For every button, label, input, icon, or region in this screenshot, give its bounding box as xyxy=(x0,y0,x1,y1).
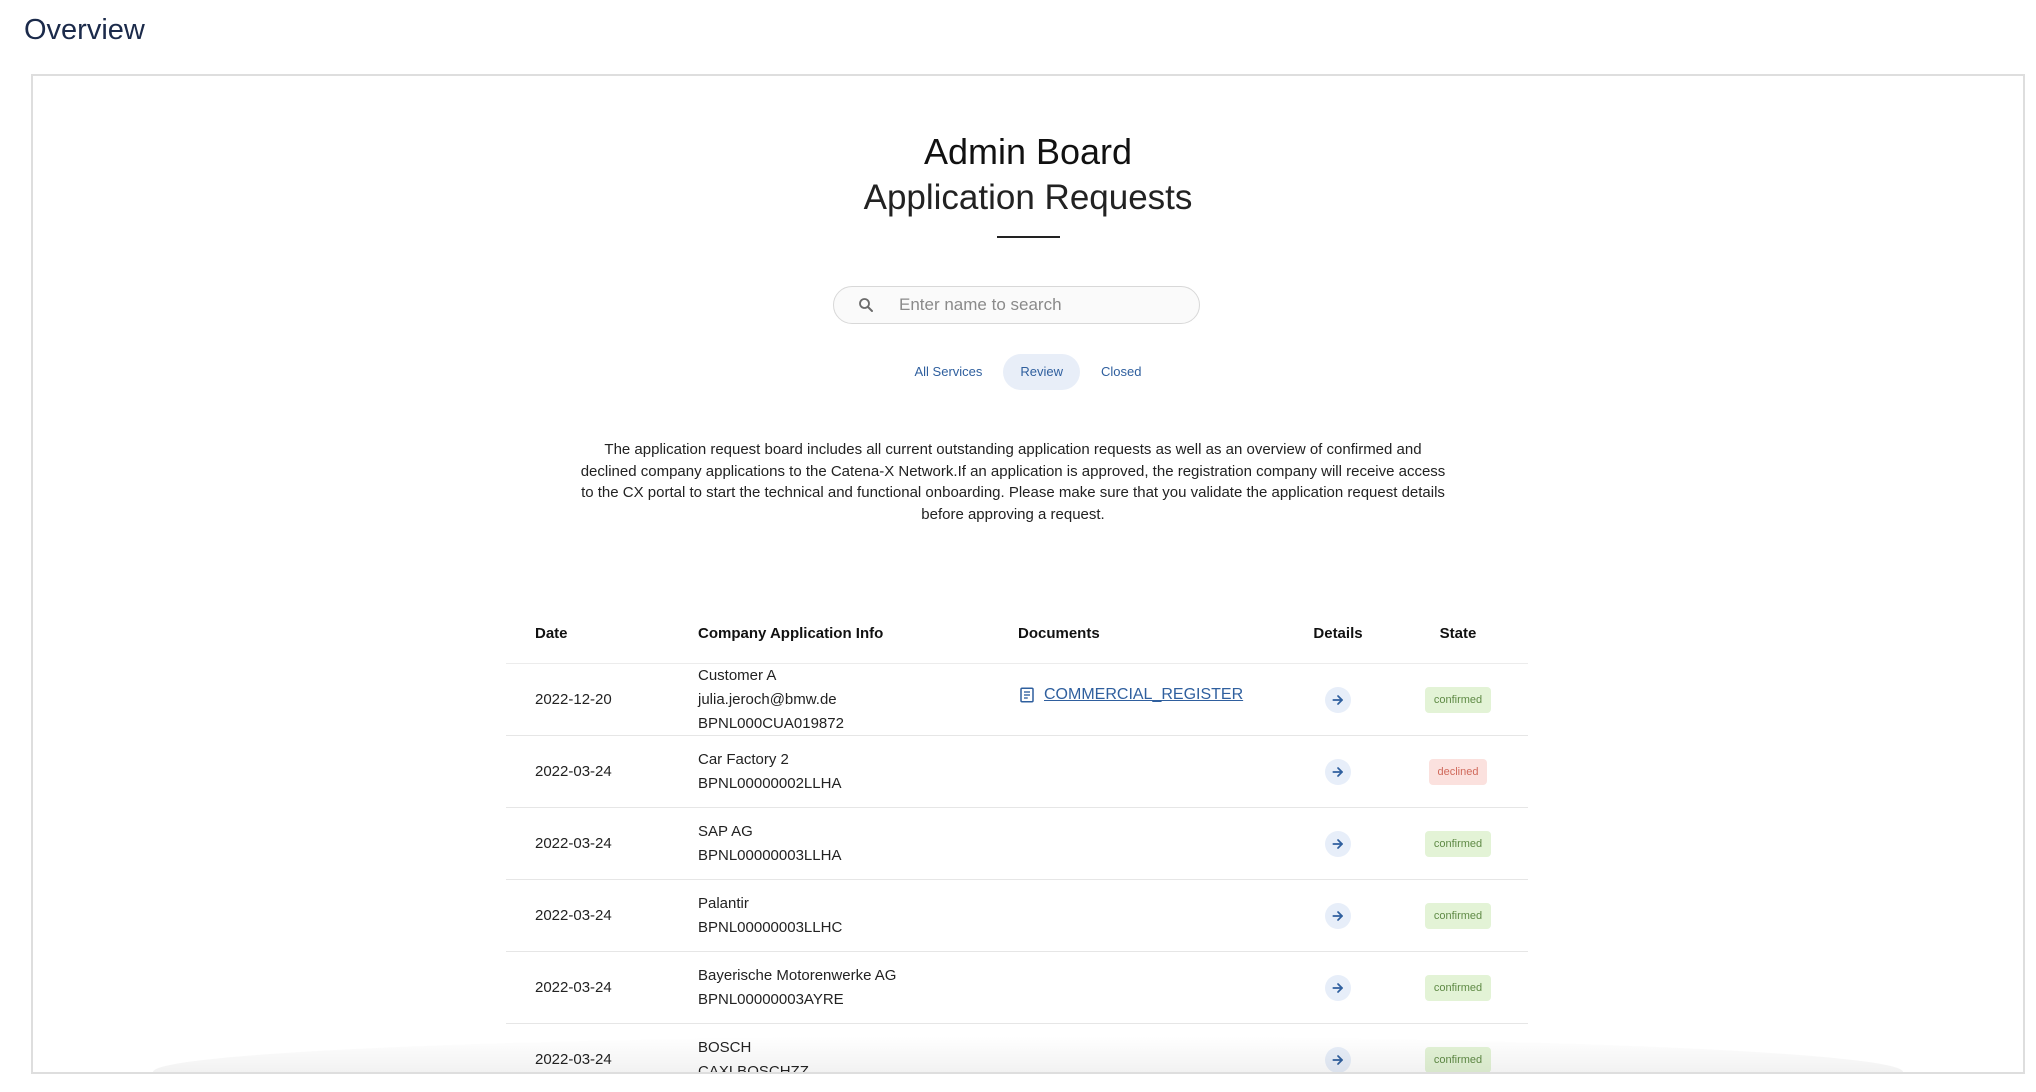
table-header: Date Company Application Info Documents … xyxy=(506,604,1528,664)
details-button[interactable] xyxy=(1325,758,1351,785)
arrow-right-icon xyxy=(1332,910,1343,921)
state-cell: confirmed xyxy=(1388,974,1528,1001)
status-badge: confirmed xyxy=(1424,830,1492,857)
status-badge: confirmed xyxy=(1424,686,1492,713)
tab-all-services[interactable]: All Services xyxy=(897,354,999,390)
company-info: Customer A julia.jeroch@bmw.de BPNL000CU… xyxy=(698,664,1018,736)
table-row: 2022-03-24 Palantir BPNL00000003LLHC con… xyxy=(506,880,1528,952)
filter-tabs: All Services Review Closed xyxy=(33,354,2023,390)
arrow-right-icon xyxy=(1332,1054,1343,1065)
company-info: Bayerische Motorenwerke AG BPNL00000003A… xyxy=(698,964,1018,1012)
details-cell xyxy=(1288,902,1388,929)
column-header-details: Details xyxy=(1313,625,1363,642)
arrow-right-icon xyxy=(1332,694,1343,705)
document-link-label[interactable]: COMMERCIAL_REGISTER xyxy=(1044,686,1243,704)
column-header-date: Date xyxy=(535,625,568,642)
arrow-right-icon xyxy=(1332,982,1343,993)
company-bpn: BPNL00000003LLHC xyxy=(698,918,843,936)
table-row: 2022-12-20 Customer A julia.jeroch@bmw.d… xyxy=(506,664,1528,736)
company-bpn: BPNL000CUA019872 xyxy=(698,714,844,732)
state-cell: confirmed xyxy=(1388,686,1528,713)
company-name: Customer A xyxy=(698,666,777,684)
details-button[interactable] xyxy=(1325,686,1351,713)
company-bpn: BPNL00000003LLHA xyxy=(698,846,842,864)
details-cell xyxy=(1288,758,1388,785)
status-badge: confirmed xyxy=(1424,974,1492,1001)
status-badge: confirmed xyxy=(1424,902,1492,929)
details-button[interactable] xyxy=(1325,830,1351,857)
search-input[interactable] xyxy=(899,295,1179,315)
company-info: SAP AG BPNL00000003LLHA xyxy=(698,820,1018,868)
details-cell xyxy=(1288,974,1388,1001)
arrow-right-icon xyxy=(1332,766,1343,777)
table-row: 2022-03-24 SAP AG BPNL00000003LLHA confi… xyxy=(506,808,1528,880)
company-email: julia.jeroch@bmw.de xyxy=(698,690,837,708)
company-bpn: BPNL00000003AYRE xyxy=(698,990,844,1008)
column-header-documents: Documents xyxy=(1018,625,1100,642)
page-title: Overview xyxy=(24,14,145,46)
arrow-right-icon xyxy=(1332,838,1343,849)
details-cell xyxy=(1288,1046,1388,1072)
tab-closed[interactable]: Closed xyxy=(1084,354,1158,390)
state-cell: confirmed xyxy=(1388,1046,1528,1072)
details-button[interactable] xyxy=(1325,974,1351,1001)
row-date: 2022-03-24 xyxy=(535,835,612,852)
state-cell: declined xyxy=(1388,758,1528,785)
table-row: 2022-03-24 Car Factory 2 BPNL00000002LLH… xyxy=(506,736,1528,808)
company-info: Palantir BPNL00000003LLHC xyxy=(698,892,1018,940)
status-badge: declined xyxy=(1428,758,1488,785)
row-date: 2022-03-24 xyxy=(535,763,612,780)
tab-review[interactable]: Review xyxy=(1003,354,1081,390)
row-date: 2022-03-24 xyxy=(535,1051,612,1068)
column-header-state: State xyxy=(1439,625,1477,642)
state-cell: confirmed xyxy=(1388,830,1528,857)
document-link[interactable]: COMMERCIAL_REGISTER xyxy=(1018,686,1243,704)
table-row: 2022-03-24 BOSCH CAXLBOSCHZZ confirmed xyxy=(506,1024,1528,1074)
board-header: Admin Board Application Requests xyxy=(33,130,2023,238)
column-header-company-info: Company Application Info xyxy=(698,624,884,642)
table-row: 2022-03-24 Bayerische Motorenwerke AG BP… xyxy=(506,952,1528,1024)
row-date: 2022-03-24 xyxy=(535,907,612,924)
company-name: Bayerische Motorenwerke AG xyxy=(698,966,897,984)
row-date: 2022-03-24 xyxy=(535,979,612,996)
details-button[interactable] xyxy=(1325,902,1351,929)
details-button[interactable] xyxy=(1325,1046,1351,1072)
company-info: Car Factory 2 BPNL00000002LLHA xyxy=(698,748,1018,796)
board-title: Admin Board xyxy=(923,131,1133,172)
company-name: Palantir xyxy=(698,894,749,912)
search-field[interactable] xyxy=(833,286,1200,324)
company-info: BOSCH CAXLBOSCHZZ xyxy=(698,1036,1018,1074)
company-name: BOSCH xyxy=(698,1038,752,1056)
company-bpn: BPNL00000002LLHA xyxy=(698,774,842,792)
company-bpn: CAXLBOSCHZZ xyxy=(698,1062,809,1074)
state-cell: confirmed xyxy=(1388,902,1528,929)
board-subtitle: Application Requests xyxy=(863,178,1193,217)
document-icon xyxy=(1018,686,1036,704)
row-date: 2022-12-20 xyxy=(535,691,612,708)
admin-board-panel: Admin Board Application Requests All Ser… xyxy=(31,74,2025,1074)
search-icon xyxy=(856,295,876,315)
applications-table: Date Company Application Info Documents … xyxy=(506,604,1528,1074)
details-cell xyxy=(1288,830,1388,857)
title-divider xyxy=(996,236,1060,238)
status-badge: confirmed xyxy=(1424,1046,1492,1072)
details-cell xyxy=(1288,686,1388,713)
company-name: Car Factory 2 xyxy=(698,750,789,768)
board-description: The application request board includes a… xyxy=(580,441,1446,523)
company-name: SAP AG xyxy=(698,822,753,840)
documents-cell: COMMERCIAL_REGISTER xyxy=(1018,686,1288,708)
